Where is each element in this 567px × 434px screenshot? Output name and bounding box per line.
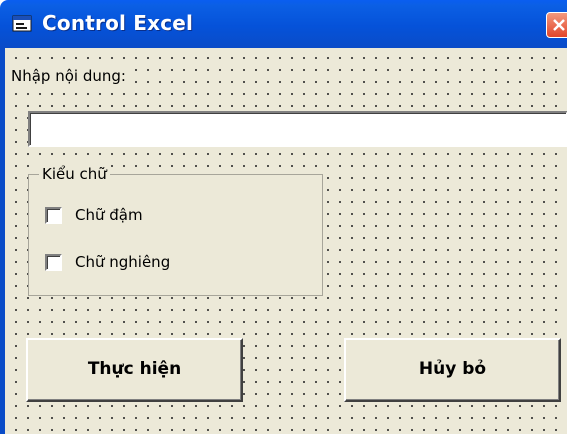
bold-checkbox-label[interactable]: Chữ đậm xyxy=(75,204,143,226)
title-bar[interactable]: Control Excel xyxy=(0,0,567,48)
window-title: Control Excel xyxy=(42,11,194,35)
close-button[interactable] xyxy=(546,12,567,38)
form-window-icon xyxy=(12,14,34,34)
form-canvas: Nhập nội dung: Kiểu chữ Chữ đậm Chữ nghi… xyxy=(0,48,567,434)
content-input[interactable] xyxy=(28,111,567,147)
close-x-icon xyxy=(553,19,565,31)
italic-checkbox[interactable] xyxy=(45,254,62,271)
control-excel-window: Control Excel Nhập nội dung: Kiểu chữ Ch… xyxy=(0,0,567,434)
run-button[interactable]: Thực hiện xyxy=(26,338,243,402)
font-style-frame-title: Kiểu chữ xyxy=(39,164,110,184)
italic-checkbox-label[interactable]: Chữ nghiêng xyxy=(75,251,170,273)
font-style-frame: Kiểu chữ Chữ đậm Chữ nghiêng xyxy=(28,164,323,296)
bold-checkbox[interactable] xyxy=(45,207,62,224)
content-label: Nhập nội dung: xyxy=(11,66,128,86)
cancel-button[interactable]: Hủy bỏ xyxy=(344,338,561,402)
